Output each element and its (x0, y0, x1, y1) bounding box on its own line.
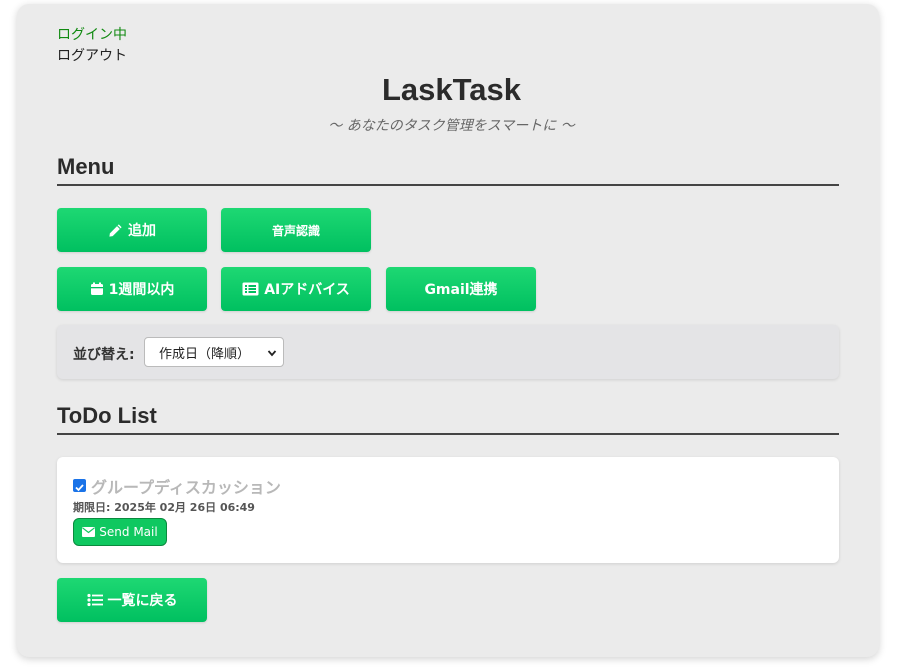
gmail-link-button[interactable]: Gmail連携 (386, 267, 536, 311)
menu-heading: Menu (57, 154, 839, 186)
todo-item: グループディスカッション 期限日: 2025年 02月 26日 06:49 Se… (57, 457, 839, 563)
todo-heading: ToDo List (57, 403, 839, 435)
todo-title: グループディスカッション (91, 478, 281, 497)
list-alt-icon (242, 282, 259, 296)
sort-label: 並び替え: (73, 347, 135, 363)
back-to-list-button[interactable]: 一覧に戻る (57, 578, 207, 622)
pencil-icon (108, 223, 123, 238)
ai-advice-button[interactable]: AIアドバイス (221, 267, 371, 311)
one-week-label: 1週間以内 (108, 282, 175, 298)
ai-advice-label: AIアドバイス (264, 282, 350, 298)
app-subtitle: 〜 あなたのタスク管理をスマートに 〜 (328, 118, 575, 134)
calendar-icon (90, 282, 104, 296)
voice-recognition-button[interactable]: 音声認識 (221, 208, 371, 252)
gmail-link-label: Gmail連携 (424, 282, 498, 298)
todo-due-date: 期限日: 2025年 02月 26日 06:49 (73, 501, 255, 514)
one-week-button[interactable]: 1週間以内 (57, 267, 207, 311)
send-mail-label: Send Mail (99, 525, 158, 539)
send-mail-button[interactable]: Send Mail (73, 518, 167, 546)
login-status: ログイン中 (57, 27, 127, 43)
list-icon (86, 593, 103, 607)
sort-select[interactable]: 作成日（降順） (144, 337, 284, 367)
app-title: LaskTask (381, 72, 521, 107)
logout-link[interactable]: ログアウト (57, 47, 127, 65)
add-button[interactable]: 追加 (57, 208, 207, 252)
add-button-label: 追加 (128, 223, 156, 239)
voice-recognition-label: 音声認識 (271, 223, 320, 238)
todo-checkbox[interactable] (73, 479, 86, 492)
chevron-down-icon (267, 347, 277, 362)
sort-panel: 並び替え: 作成日（降順） (57, 325, 839, 379)
back-to-list-label: 一覧に戻る (107, 593, 178, 609)
envelope-icon (82, 527, 96, 537)
sort-selected-value: 作成日（降順） (159, 346, 251, 362)
